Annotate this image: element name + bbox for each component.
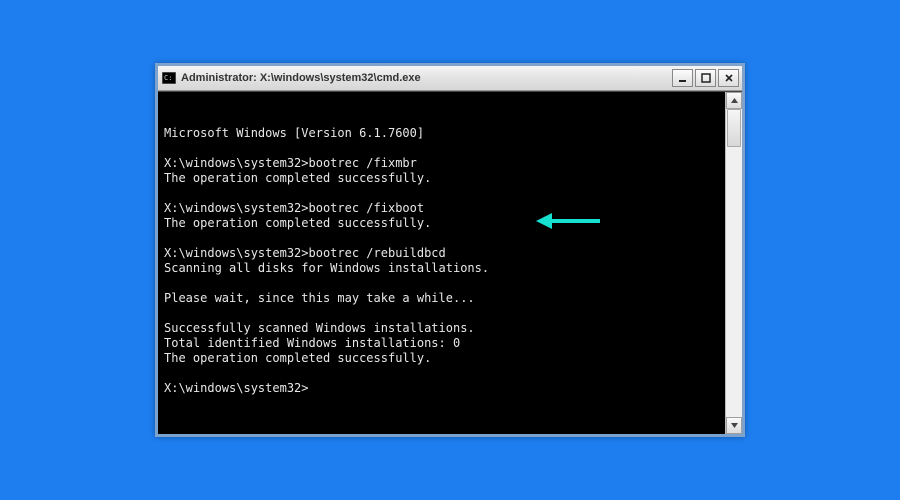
- terminal-line: The operation completed successfully.: [164, 351, 719, 366]
- terminal-line: [164, 276, 719, 291]
- terminal-line: X:\windows\system32>: [164, 381, 719, 396]
- terminal-line: Please wait, since this may take a while…: [164, 291, 719, 306]
- scroll-thumb[interactable]: [727, 109, 741, 147]
- scroll-track[interactable]: [726, 109, 742, 417]
- close-button[interactable]: [718, 69, 739, 87]
- terminal-line: Scanning all disks for Windows installat…: [164, 261, 719, 276]
- minimize-button[interactable]: [672, 69, 693, 87]
- svg-text:C:: C:: [164, 74, 172, 82]
- terminal-line: The operation completed successfully.: [164, 171, 719, 186]
- terminal-body: Microsoft Windows [Version 6.1.7600] X:\…: [158, 91, 742, 434]
- terminal-output[interactable]: Microsoft Windows [Version 6.1.7600] X:\…: [158, 92, 725, 434]
- terminal-line: [164, 231, 719, 246]
- terminal-line: Total identified Windows installations: …: [164, 336, 719, 351]
- cmd-window: C: Administrator: X:\windows\system32\cm…: [155, 63, 745, 437]
- terminal-line: X:\windows\system32>bootrec /fixboot: [164, 201, 719, 216]
- scroll-down-button[interactable]: [726, 417, 742, 434]
- window-title: Administrator: X:\windows\system32\cmd.e…: [181, 72, 672, 84]
- maximize-button[interactable]: [695, 69, 716, 87]
- terminal-line: [164, 141, 719, 156]
- terminal-line: Microsoft Windows [Version 6.1.7600]: [164, 126, 719, 141]
- app-icon: C:: [161, 70, 177, 86]
- terminal-line: Successfully scanned Windows installatio…: [164, 321, 719, 336]
- terminal-line: X:\windows\system32>bootrec /fixmbr: [164, 156, 719, 171]
- terminal-line: [164, 186, 719, 201]
- titlebar-controls: [672, 69, 739, 87]
- terminal-line: The operation completed successfully.: [164, 216, 719, 231]
- titlebar[interactable]: C: Administrator: X:\windows\system32\cm…: [158, 66, 742, 91]
- terminal-line: X:\windows\system32>bootrec /rebuildbcd: [164, 246, 719, 261]
- terminal-line: [164, 306, 719, 321]
- scroll-up-button[interactable]: [726, 92, 742, 109]
- terminal-line: [164, 366, 719, 381]
- vertical-scrollbar[interactable]: [725, 92, 742, 434]
